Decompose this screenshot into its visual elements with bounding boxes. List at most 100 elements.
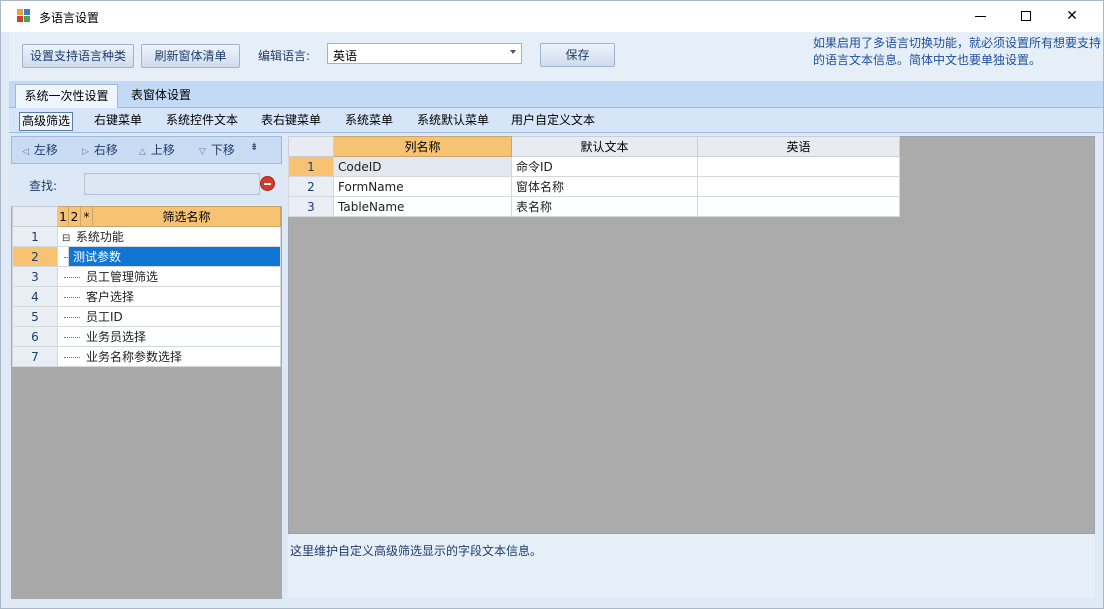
column-header-star[interactable]: * xyxy=(80,206,93,227)
minimize-button[interactable] xyxy=(957,1,1003,32)
tree-connector xyxy=(64,357,80,358)
tree-node[interactable]: 员工管理筛选 xyxy=(57,266,281,287)
tree-node[interactable]: 测试参数 xyxy=(68,246,281,267)
sub-tabs: 高级筛选 右键菜单 系统控件文本 表右键菜单 系统菜单 系统默认菜单 用户自定义… xyxy=(9,108,1103,133)
row-header[interactable]: 5 xyxy=(12,306,58,327)
row-header[interactable]: 6 xyxy=(12,326,58,347)
column-header-filter-name[interactable]: 筛选名称 xyxy=(92,206,281,227)
maximize-button[interactable] xyxy=(1003,1,1049,32)
tree-node-label: 员工管理筛选 xyxy=(86,270,159,284)
clear-search-icon[interactable] xyxy=(260,176,275,191)
arrow-left-icon: ◁ xyxy=(22,147,29,157)
tab-system-settings[interactable]: 系统一次性设置 xyxy=(15,84,118,109)
table-row[interactable]: 3 员工管理筛选 xyxy=(12,266,281,287)
move-left-label: 左移 xyxy=(33,143,58,157)
row-header[interactable]: 7 xyxy=(12,346,58,367)
table-row[interactable]: 1 ⊟ 系统功能 xyxy=(12,226,281,247)
save-button[interactable]: 保存 xyxy=(540,43,615,67)
subtab-context-menu[interactable]: 右键菜单 xyxy=(92,112,144,131)
set-languages-button[interactable]: 设置支持语言种类 xyxy=(22,44,134,68)
subtab-system-default-menu[interactable]: 系统默认菜单 xyxy=(415,112,491,131)
close-button[interactable]: ✕ xyxy=(1049,1,1095,32)
tree-node[interactable]: ⊟ 系统功能 xyxy=(57,226,281,247)
tree-node-label: 系统功能 xyxy=(75,230,124,244)
cell-column-name[interactable]: FormName xyxy=(333,176,512,197)
tree-node[interactable]: 业务员选择 xyxy=(57,326,281,347)
tree-node-label: 员工ID xyxy=(86,310,123,324)
overflow-icon[interactable]: ⇟ xyxy=(250,142,258,153)
cell-column-name[interactable]: TableName xyxy=(333,196,512,217)
arrow-right-icon: ▷ xyxy=(82,147,89,157)
find-input[interactable] xyxy=(84,173,260,195)
row-header[interactable]: 2 xyxy=(12,246,58,267)
table-row[interactable]: 4 客户选择 xyxy=(12,286,281,307)
tab-form-settings[interactable]: 表窗体设置 xyxy=(123,84,199,108)
table-row[interactable]: 7 业务名称参数选择 xyxy=(12,346,281,367)
app-icon xyxy=(17,9,31,23)
cell-column-name[interactable]: CodeID xyxy=(333,156,512,177)
arrow-down-icon: ▽ xyxy=(199,147,206,157)
refresh-forms-button[interactable]: 刷新窗体清单 xyxy=(141,44,240,68)
table-row[interactable]: 5 员工ID xyxy=(12,306,281,327)
notice-text: 如果启用了多语言切换功能，就必须设置所有想要支持的语言文本信息。简体中文也要单独… xyxy=(813,36,1102,67)
subtab-system-control-text[interactable]: 系统控件文本 xyxy=(164,112,240,131)
tree-connector xyxy=(64,337,80,338)
edit-language-value: 英语 xyxy=(333,49,358,63)
description-panel: 这里维护自定义高级筛选显示的字段文本信息。 xyxy=(288,534,1095,598)
edit-language-label: 编辑语言: xyxy=(258,49,311,63)
row-header[interactable]: 2 xyxy=(288,176,334,197)
row-header[interactable]: 3 xyxy=(288,196,334,217)
move-up-button[interactable]: △ 上移 xyxy=(139,141,175,158)
tree-node-label: 客户选择 xyxy=(86,290,135,304)
maximize-icon xyxy=(1021,11,1031,21)
column-header-column-name[interactable]: 列名称 xyxy=(333,136,512,157)
tree-node-label: 业务员选择 xyxy=(86,330,147,344)
move-right-button[interactable]: ▷ 右移 xyxy=(82,141,118,158)
column-header-1[interactable]: 1 xyxy=(57,206,69,227)
tree-node[interactable]: 员工ID xyxy=(57,306,281,327)
move-toolbar: ◁ 左移 ▷ 右移 △ 上移 ▽ 下移 ⇟ xyxy=(11,136,282,164)
row-header[interactable]: 3 xyxy=(12,266,58,287)
row-header[interactable]: 1 xyxy=(12,226,58,247)
table-row[interactable]: 6 业务员选择 xyxy=(12,326,281,347)
tree-node[interactable]: 客户选择 xyxy=(57,286,281,307)
field-grid: 列名称 默认文本 英语 1 CodeID 命令ID 2 FormName 窗体名… xyxy=(288,136,900,217)
column-header-default-text[interactable]: 默认文本 xyxy=(511,136,698,157)
tree-connector xyxy=(64,277,80,278)
move-up-label: 上移 xyxy=(150,143,175,157)
cell-english[interactable] xyxy=(697,196,900,217)
row-header[interactable]: 4 xyxy=(12,286,58,307)
subtab-advanced-filter[interactable]: 高级筛选 xyxy=(19,112,74,131)
tree-node-label: 测试参数 xyxy=(73,250,122,264)
column-header-2[interactable]: 2 xyxy=(68,206,81,227)
cell-default-text[interactable]: 表名称 xyxy=(511,196,698,217)
arrow-up-icon: △ xyxy=(139,147,146,157)
cell-english[interactable] xyxy=(697,176,900,197)
close-icon: ✕ xyxy=(1066,8,1078,24)
row-header[interactable]: 1 xyxy=(288,156,334,177)
minimize-icon xyxy=(974,15,986,17)
table-row[interactable]: 2 测试参数 xyxy=(12,246,281,267)
edit-language-select[interactable]: 英语 xyxy=(327,43,522,64)
subtab-system-menu[interactable]: 系统菜单 xyxy=(343,112,395,131)
tree-node-label: 业务名称参数选择 xyxy=(86,350,183,364)
field-grid-header: 列名称 默认文本 英语 xyxy=(288,136,900,157)
cell-default-text[interactable]: 命令ID xyxy=(511,156,698,177)
collapse-icon[interactable]: ⊟ xyxy=(62,233,72,244)
table-row[interactable]: 2 FormName 窗体名称 xyxy=(288,176,900,197)
main-tabs: 系统一次性设置 表窗体设置 xyxy=(9,81,1103,109)
subtab-user-defined-text[interactable]: 用户自定义文本 xyxy=(509,112,597,131)
cell-default-text[interactable]: 窗体名称 xyxy=(511,176,698,197)
cell-english[interactable] xyxy=(697,156,900,177)
tree-connector xyxy=(64,256,68,258)
move-left-button[interactable]: ◁ 左移 xyxy=(22,141,58,158)
column-header-english[interactable]: 英语 xyxy=(697,136,900,157)
move-right-label: 右移 xyxy=(93,143,118,157)
table-row[interactable]: 3 TableName 表名称 xyxy=(288,196,900,217)
find-label: 查找: xyxy=(29,179,58,193)
table-row[interactable]: 1 CodeID 命令ID xyxy=(288,156,900,177)
move-down-button[interactable]: ▽ 下移 xyxy=(199,141,235,158)
subtab-table-context-menu[interactable]: 表右键菜单 xyxy=(259,112,323,131)
tree-connector xyxy=(64,317,80,318)
tree-node[interactable]: 业务名称参数选择 xyxy=(57,346,281,367)
